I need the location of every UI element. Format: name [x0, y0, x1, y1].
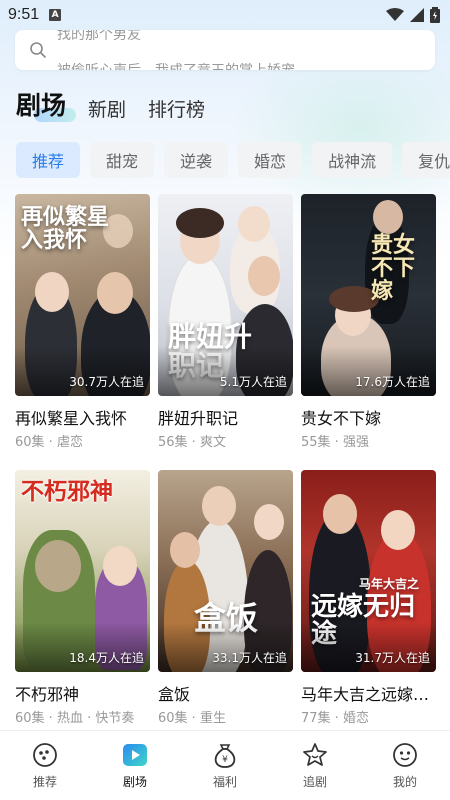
drama-meta: 55集 · 强强 — [301, 435, 369, 450]
chip-sweet[interactable]: 甜宠 — [90, 142, 155, 178]
poster-figure — [323, 494, 357, 534]
notification-app-icon: A — [49, 9, 62, 21]
tab-theater[interactable]: 剧场 — [16, 86, 77, 128]
follower-count: 5.1万人在追 — [219, 375, 287, 389]
nav-label: 剧场 — [122, 775, 147, 789]
chip-revenge[interactable]: 复仇 — [402, 142, 450, 178]
poster-figure — [202, 486, 236, 526]
poster-figure — [97, 272, 133, 314]
poster-subtitle: 马年大吉之 — [359, 577, 420, 591]
theater-play-icon — [123, 744, 147, 766]
follower-count: 33.1万人在追 — [212, 651, 287, 665]
chip-recommend[interactable]: 推荐 — [16, 142, 81, 178]
follow-star-icon — [303, 743, 327, 766]
poster-figure — [103, 546, 137, 586]
nav-label: 福利 — [212, 775, 237, 789]
nav-theater[interactable]: 剧场 — [90, 731, 180, 800]
follower-count: 17.6万人在追 — [355, 375, 430, 389]
drama-card[interactable]: 不朽邪神 18.4万人在追 不朽邪神 60集 · 热血 · 快节奏 — [15, 470, 150, 726]
drama-card[interactable]: 马年大吉之 远嫁无归途 31.7万人在追 马年大吉之远嫁无归途 77集 · 婚恋 — [301, 470, 436, 726]
drama-meta: 60集 · 虐恋 — [15, 435, 83, 450]
drama-poster[interactable]: 再似繁星入我怀 30.7万人在追 — [15, 194, 150, 396]
poster-title: 再似繁星入我怀 — [21, 204, 110, 254]
poster-figure — [35, 272, 69, 312]
follower-count: 30.7万人在追 — [69, 375, 144, 389]
drama-meta: 60集 · 重生 — [158, 711, 226, 726]
status-time: 9:51 — [8, 6, 40, 23]
poster-figure — [254, 504, 284, 540]
drama-poster[interactable]: 马年大吉之 远嫁无归途 31.7万人在追 — [301, 470, 436, 672]
drama-poster[interactable]: 胖妞升职记 5.1万人在追 — [158, 194, 293, 396]
search-placeholder-carousel: 找的那个男友 被偷听心声后，我成了竞王的掌上娇宠 — [57, 30, 435, 70]
drama-title[interactable]: 马年大吉之远嫁无归途 — [301, 681, 436, 703]
svg-text:¥: ¥ — [222, 755, 228, 765]
poster-title: 贵女不下嫁 — [371, 232, 416, 305]
search-placeholder-line: 被偷听心声后，我成了竞王的掌上娇宠 — [57, 62, 295, 70]
top-tabs: 剧场 新剧 排行榜 — [0, 84, 450, 128]
bottom-nav: 推荐 剧场 ¥ 福利 追剧 我的 — [0, 730, 450, 800]
battery-icon — [430, 7, 440, 23]
recommend-icon — [33, 743, 57, 767]
follower-count: 31.7万人在追 — [355, 651, 430, 665]
status-bar: 9:51 A — [0, 0, 450, 30]
nav-label: 我的 — [392, 775, 417, 789]
poster-figure — [170, 532, 200, 568]
welfare-money-bag-icon: ¥ — [214, 744, 236, 768]
drama-card[interactable]: 再似繁星入我怀 30.7万人在追 再似繁星入我怀 60集 · 虐恋 — [15, 194, 150, 450]
search-placeholder-line: 找的那个男友 — [57, 30, 141, 42]
search-icon — [30, 42, 46, 58]
profile-face-icon — [393, 743, 417, 767]
drama-poster[interactable]: 不朽邪神 18.4万人在追 — [15, 470, 150, 672]
drama-title[interactable]: 不朽邪神 — [15, 681, 150, 703]
drama-card[interactable]: 贵女不下嫁 17.6万人在追 贵女不下嫁 55集 · 强强 — [301, 194, 436, 450]
poster-figure — [248, 256, 280, 296]
drama-grid: 再似繁星入我怀 30.7万人在追 再似繁星入我怀 60集 · 虐恋 胖妞升职记 … — [0, 194, 450, 726]
tab-ranking[interactable]: 排行榜 — [148, 95, 205, 128]
tab-new-drama[interactable]: 新剧 — [88, 95, 126, 128]
nav-welfare[interactable]: ¥ 福利 — [180, 731, 270, 800]
chip-war-god[interactable]: 战神流 — [312, 142, 393, 178]
drama-title[interactable]: 再似繁星入我怀 — [15, 405, 150, 427]
drama-card[interactable]: 胖妞升职记 5.1万人在追 胖妞升职记 56集 · 爽文 — [158, 194, 293, 450]
drama-poster[interactable]: 盒饭 33.1万人在追 — [158, 470, 293, 672]
nav-following[interactable]: 追剧 — [270, 731, 360, 800]
drama-meta: 60集 · 热血 · 快节奏 — [15, 711, 135, 726]
nav-label: 追剧 — [302, 775, 327, 789]
follower-count: 18.4万人在追 — [69, 651, 144, 665]
drama-meta: 56集 · 爽文 — [158, 435, 226, 450]
drama-card[interactable]: 盒饭 33.1万人在追 盒饭 60集 · 重生 — [158, 470, 293, 726]
wifi-icon — [386, 8, 404, 21]
poster-figure — [176, 208, 224, 238]
poster-figure — [238, 206, 270, 242]
nav-recommend[interactable]: 推荐 — [0, 731, 90, 800]
drama-title[interactable]: 盒饭 — [158, 681, 293, 703]
drama-poster[interactable]: 贵女不下嫁 17.6万人在追 — [301, 194, 436, 396]
chip-comeback[interactable]: 逆袭 — [164, 142, 229, 178]
signal-icon — [410, 8, 424, 22]
poster-figure — [35, 540, 81, 592]
poster-figure — [381, 510, 415, 550]
nav-label: 推荐 — [32, 775, 57, 789]
poster-figure — [373, 200, 403, 234]
poster-title: 不朽邪神 — [21, 478, 113, 505]
nav-profile[interactable]: 我的 — [360, 731, 450, 800]
category-chips: 推荐 甜宠 逆袭 婚恋 战神流 复仇 — [0, 142, 450, 178]
chip-romance[interactable]: 婚恋 — [238, 142, 303, 178]
drama-title[interactable]: 贵女不下嫁 — [301, 405, 436, 427]
search-bar[interactable]: 找的那个男友 被偷听心声后，我成了竞王的掌上娇宠 — [15, 30, 435, 70]
drama-title[interactable]: 胖妞升职记 — [158, 405, 293, 427]
drama-meta: 77集 · 婚恋 — [301, 711, 369, 726]
